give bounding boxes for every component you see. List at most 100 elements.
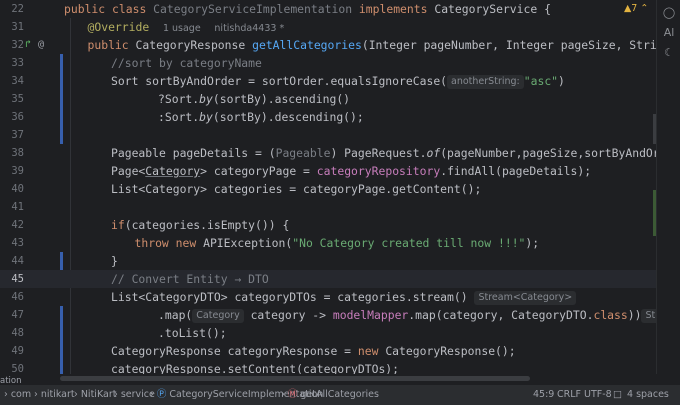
code-token: List<CategoryDTO> categoryDTOs = categor… <box>111 290 468 304</box>
code-line[interactable]: 22 public class CategoryServiceImplementa… <box>0 0 656 18</box>
code-line[interactable]: 32 public CategoryResponse getAllCategori… <box>0 36 656 54</box>
code-line[interactable]: 38 Pageable pageDetails = (Pageable) Page… <box>0 144 656 162</box>
file-encoding[interactable]: UTF-8 <box>584 385 612 405</box>
code-token: Sort sortByAndOrder = sortOrder.equalsIg… <box>111 74 448 88</box>
code-line[interactable]: 43 throw new APIException("No Category cr… <box>0 234 656 252</box>
code-token: implements <box>358 2 428 16</box>
code-token: CategoryResponse <box>135 38 253 52</box>
line-number[interactable]: 50 <box>0 360 24 374</box>
breadcrumb-item[interactable]: › NitiKart <box>74 385 116 405</box>
code-token: .map( <box>158 308 193 322</box>
breadcrumb-item[interactable]: › service <box>114 385 155 405</box>
code-token: @Override <box>87 20 150 34</box>
line-number[interactable]: 33 <box>0 54 24 72</box>
code-token: } <box>111 254 118 268</box>
line-number[interactable]: 39 <box>0 162 24 180</box>
line-number[interactable]: 43 <box>0 234 24 252</box>
code-line[interactable]: 42 if(categories.isEmpty()) { <box>0 216 656 234</box>
code-line[interactable]: 44} <box>0 252 656 270</box>
line-number[interactable]: 35 <box>0 90 24 108</box>
code-token: ) <box>558 74 565 88</box>
code-text: public class CategoryServiceImplementati… <box>64 0 551 18</box>
code-line[interactable]: 36:Sort.by(sortBy).descending(); <box>0 108 656 126</box>
line-number[interactable]: 32 <box>0 36 24 54</box>
line-number[interactable]: 37 <box>0 126 24 144</box>
code-vision-label[interactable]: nitishda4433 * <box>214 23 284 34</box>
caret-position[interactable]: 45:9 <box>533 385 554 405</box>
ai-assistant-icon[interactable]: Al <box>662 26 676 40</box>
code-token: class <box>112 2 147 16</box>
code-text: List<Category> categories = categoryPage… <box>111 180 481 198</box>
copilot-icon[interactable]: ☾ <box>662 46 676 60</box>
code-text: categoryResponse.setContent(categoryDTOs… <box>111 360 399 374</box>
implements-gutter-icon[interactable]: ↱ <box>25 36 31 54</box>
breadcrumb-method[interactable]: › Ⓜ getAllCategories <box>281 385 379 405</box>
line-number[interactable]: 42 <box>0 216 24 234</box>
line-number[interactable]: 48 <box>0 324 24 342</box>
line-number[interactable]: 47 <box>0 306 24 324</box>
code-line[interactable]: 41 <box>0 198 656 216</box>
horizontal-scrollbar[interactable] <box>0 374 680 384</box>
line-ending[interactable]: CRLF <box>557 385 581 405</box>
code-text: .map(Category category -> modelMapper.ma… <box>158 306 656 324</box>
code-line[interactable]: 50 categoryResponse.setContent(categoryDT… <box>0 360 656 374</box>
code-text: @Override 1 usage nitishda4433 * <box>88 18 285 38</box>
indent-setting[interactable]: 4 spaces <box>627 385 669 405</box>
line-number[interactable]: 22 <box>0 0 24 18</box>
code-line[interactable]: 33 //sort by categoryName <box>0 54 656 72</box>
code-token: )) <box>627 308 642 322</box>
line-number[interactable]: 31 <box>0 18 24 36</box>
code-line[interactable]: 31 @Override 1 usage nitishda4433 * <box>0 18 656 36</box>
line-number[interactable]: 46 <box>0 288 24 306</box>
line-number[interactable]: 45 <box>0 270 24 288</box>
code-line[interactable]: 48 .toList(); <box>0 324 656 342</box>
code-line[interactable]: 46 List<CategoryDTO> categoryDTOs = categ… <box>0 288 656 306</box>
horizontal-scrollbar-thumb[interactable] <box>60 376 530 381</box>
line-number[interactable]: 36 <box>0 108 24 126</box>
code-token: categoryResponse.setContent(categoryDTOs… <box>111 362 400 374</box>
breadcrumb-item[interactable]: › nitikart <box>34 385 75 405</box>
code-token: modelMapper <box>332 308 409 322</box>
code-token: //sort by categoryName <box>111 56 262 70</box>
code-token: public <box>87 38 129 52</box>
line-number[interactable]: 40 <box>0 180 24 198</box>
change-marker <box>60 54 63 144</box>
code-token: categoryRepository <box>316 164 441 178</box>
code-token: CategoryService { <box>434 2 551 16</box>
annotation-gutter-icon[interactable]: @ <box>38 36 44 54</box>
change-marker <box>60 252 63 270</box>
line-number[interactable]: 34 <box>0 72 24 90</box>
code-token: Category <box>145 164 201 178</box>
code-token: getAllCategories <box>252 38 362 52</box>
lock-icon[interactable]: □ <box>613 385 622 405</box>
line-number[interactable]: 44 <box>0 252 24 270</box>
code-token: by <box>199 92 213 106</box>
warnings-indicator[interactable]: ▲7 ⌃ <box>624 3 648 14</box>
code-token: public <box>64 2 106 16</box>
change-marker <box>60 306 63 374</box>
code-line[interactable]: 39 Page<Category> categoryPage = category… <box>0 162 656 180</box>
code-token: CategoryServiceImplementation <box>153 2 353 16</box>
code-vision-label[interactable]: 1 usage <box>163 23 201 34</box>
code-text: throw new APIException("No Category crea… <box>135 234 540 252</box>
code-token: (pageNumber,pageSize,sortByAndOrder); <box>440 146 656 160</box>
code-line[interactable]: 40 List<Category> categories = categoryPa… <box>0 180 656 198</box>
code-line[interactable]: 49 CategoryResponse categoryResponse = ne… <box>0 342 656 360</box>
code-line[interactable]: 47 .map(Category category -> modelMapper.… <box>0 306 656 324</box>
line-number[interactable]: 41 <box>0 198 24 216</box>
notifications-icon[interactable]: ◯ <box>662 6 676 20</box>
code-token: ); <box>525 236 540 250</box>
code-token: .toList(); <box>158 326 227 340</box>
line-number[interactable]: 49 <box>0 342 24 360</box>
code-line[interactable]: 34 Sort sortByAndOrder = sortOrder.equals… <box>0 72 656 90</box>
code-line[interactable]: 35 ?Sort.by(sortBy).ascending() <box>0 90 656 108</box>
code-line[interactable]: 45 // Convert Entity → DTO <box>0 270 656 288</box>
code-line[interactable]: 37 <box>0 126 656 144</box>
line-number[interactable]: 38 <box>0 144 24 162</box>
code-editor[interactable]: 22 public class CategoryServiceImplementa… <box>0 0 656 374</box>
breadcrumb-item[interactable]: › com <box>4 385 31 405</box>
